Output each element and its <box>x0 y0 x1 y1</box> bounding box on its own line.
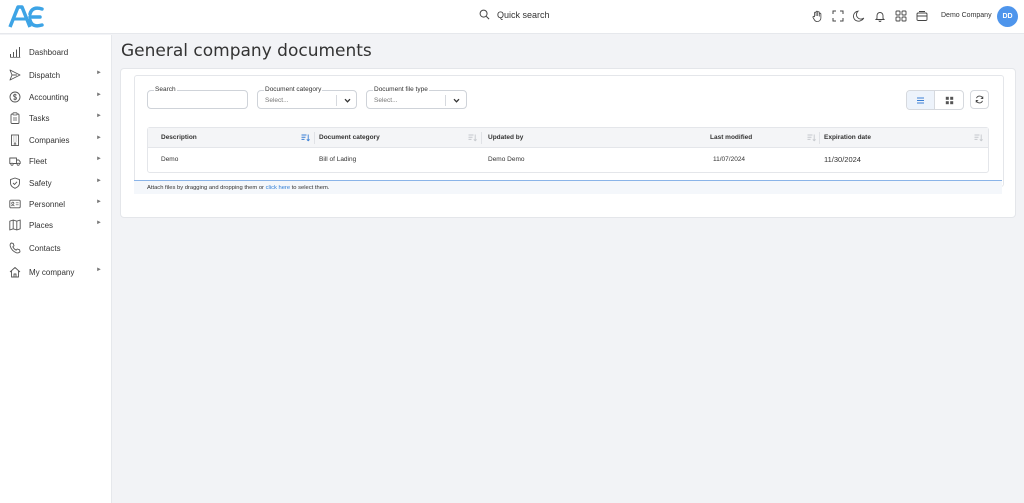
moon-icon[interactable] <box>853 10 865 22</box>
submenu-arrow-icon: ► <box>96 220 102 226</box>
sidebar-item-companies[interactable]: Companies ► <box>0 131 112 149</box>
document-category-value: Select... <box>265 97 289 104</box>
search-icon <box>479 9 490 20</box>
quick-search-label: Quick search <box>497 9 550 20</box>
column-divider[interactable] <box>819 132 820 144</box>
cell-document-category: Bill of Lading <box>319 156 357 163</box>
submenu-arrow-icon: ► <box>96 178 102 184</box>
page-title: General company documents <box>121 41 372 61</box>
top-bar: Quick search Demo Company DD <box>0 0 1024 34</box>
cell-last-modified: 11/07/2024 <box>713 156 746 163</box>
sidebar-item-fleet[interactable]: Fleet ► <box>0 152 112 170</box>
sidebar-item-tasks[interactable]: Tasks ► <box>0 109 112 127</box>
sidebar-item-dispatch[interactable]: Dispatch ► <box>0 66 112 84</box>
submenu-arrow-icon: ► <box>96 92 102 98</box>
map-icon <box>9 219 21 231</box>
documents-table: Description Document category Updated by… <box>147 127 989 173</box>
sidebar-item-personnel[interactable]: Personnel ► <box>0 195 112 213</box>
sidebar-item-places[interactable]: Places ► <box>0 216 112 234</box>
clipboard-icon <box>9 112 21 124</box>
sidebar-item-contacts[interactable]: Contacts <box>0 239 112 257</box>
app-logo[interactable] <box>8 4 44 30</box>
dollar-circle-icon <box>9 91 21 103</box>
sidebar-item-label: Dashboard <box>29 48 69 57</box>
submenu-arrow-icon: ► <box>96 267 102 273</box>
select-divider <box>445 95 446 106</box>
view-toggle <box>906 90 964 110</box>
sort-icon[interactable] <box>974 133 983 142</box>
column-divider[interactable] <box>481 132 482 144</box>
sidebar-item-label: Companies <box>29 136 70 145</box>
select-divider <box>336 95 337 106</box>
sidebar-item-label: Dispatch <box>29 71 61 80</box>
sidebar-item-label: Contacts <box>29 244 61 253</box>
sidebar-item-label: Safety <box>29 179 52 188</box>
grid-icon <box>945 96 953 104</box>
document-category-select[interactable]: Document category Select... <box>257 86 357 109</box>
shield-check-icon <box>9 177 21 189</box>
dropzone-text: Attach files by dragging and dropping th… <box>147 185 266 191</box>
dropzone-text-end: to select them. <box>290 185 330 191</box>
submenu-arrow-icon: ► <box>96 70 102 76</box>
sidebar-item-accounting[interactable]: Accounting ► <box>0 88 112 106</box>
sort-active-icon[interactable] <box>301 133 310 142</box>
column-header-last-modified[interactable]: Last modified <box>710 134 752 141</box>
sidebar-item-label: Tasks <box>29 114 50 123</box>
quick-search[interactable]: Quick search <box>479 9 550 20</box>
chevron-down-icon[interactable] <box>343 96 352 105</box>
fullscreen-icon[interactable] <box>832 10 844 22</box>
bar-chart-icon <box>9 46 21 58</box>
refresh-icon <box>975 95 984 104</box>
column-header-description[interactable]: Description <box>161 134 197 141</box>
table-header: Description Document category Updated by… <box>148 128 988 148</box>
cell-expiration-date: 11/30/2024 <box>824 155 861 164</box>
sort-icon[interactable] <box>468 133 477 142</box>
submenu-arrow-icon: ► <box>96 135 102 141</box>
truck-icon <box>9 155 21 167</box>
document-category-label: Document category <box>264 86 323 93</box>
apps-grid-icon[interactable] <box>895 10 907 22</box>
card-icon[interactable] <box>916 10 928 22</box>
column-header-expiration-date[interactable]: Expiration date <box>824 134 871 141</box>
column-header-document-category[interactable]: Document category <box>319 134 380 141</box>
submenu-arrow-icon: ► <box>96 113 102 119</box>
sidebar-item-label: Fleet <box>29 157 47 166</box>
click-here-link[interactable]: click here <box>266 185 290 191</box>
sidebar-item-label: Personnel <box>29 200 66 209</box>
sidebar: Dashboard Dispatch ► Accounting ► Tasks … <box>0 35 112 503</box>
cell-description[interactable]: Demo <box>161 156 178 163</box>
bell-icon[interactable] <box>874 10 886 22</box>
cell-updated-by: Demo Demo <box>488 156 525 163</box>
search-label: Search <box>154 86 177 93</box>
list-icon <box>917 96 924 104</box>
sidebar-item-label: Places <box>29 221 54 230</box>
search-input[interactable]: Search <box>147 86 248 109</box>
building-icon <box>9 134 21 146</box>
column-header-updated-by[interactable]: Updated by <box>488 134 523 141</box>
id-card-icon <box>9 198 21 210</box>
file-dropzone[interactable]: Attach files by dragging and dropping th… <box>134 180 1002 194</box>
company-name[interactable]: Demo Company <box>941 12 992 19</box>
avatar[interactable]: DD <box>997 6 1018 27</box>
grid-view-button[interactable] <box>935 91 963 109</box>
submenu-arrow-icon: ► <box>96 156 102 162</box>
chevron-down-icon[interactable] <box>452 96 461 105</box>
refresh-button[interactable] <box>970 90 989 109</box>
sidebar-item-label: My company <box>29 268 75 277</box>
column-divider[interactable] <box>314 132 315 144</box>
sidebar-item-safety[interactable]: Safety ► <box>0 174 112 192</box>
document-file-type-value: Select... <box>374 97 398 104</box>
hand-icon[interactable] <box>811 10 823 22</box>
send-icon <box>9 69 21 81</box>
document-file-type-select[interactable]: Document file type Select... <box>366 86 467 109</box>
sidebar-item-dashboard[interactable]: Dashboard <box>0 43 112 61</box>
home-icon <box>9 266 21 278</box>
phone-icon <box>9 242 21 254</box>
sidebar-item-my-company[interactable]: My company ► <box>0 263 112 281</box>
sidebar-item-label: Accounting <box>29 93 69 102</box>
submenu-arrow-icon: ► <box>96 199 102 205</box>
list-view-button[interactable] <box>907 91 936 109</box>
document-file-type-label: Document file type <box>373 86 429 93</box>
sort-icon[interactable] <box>807 133 816 142</box>
